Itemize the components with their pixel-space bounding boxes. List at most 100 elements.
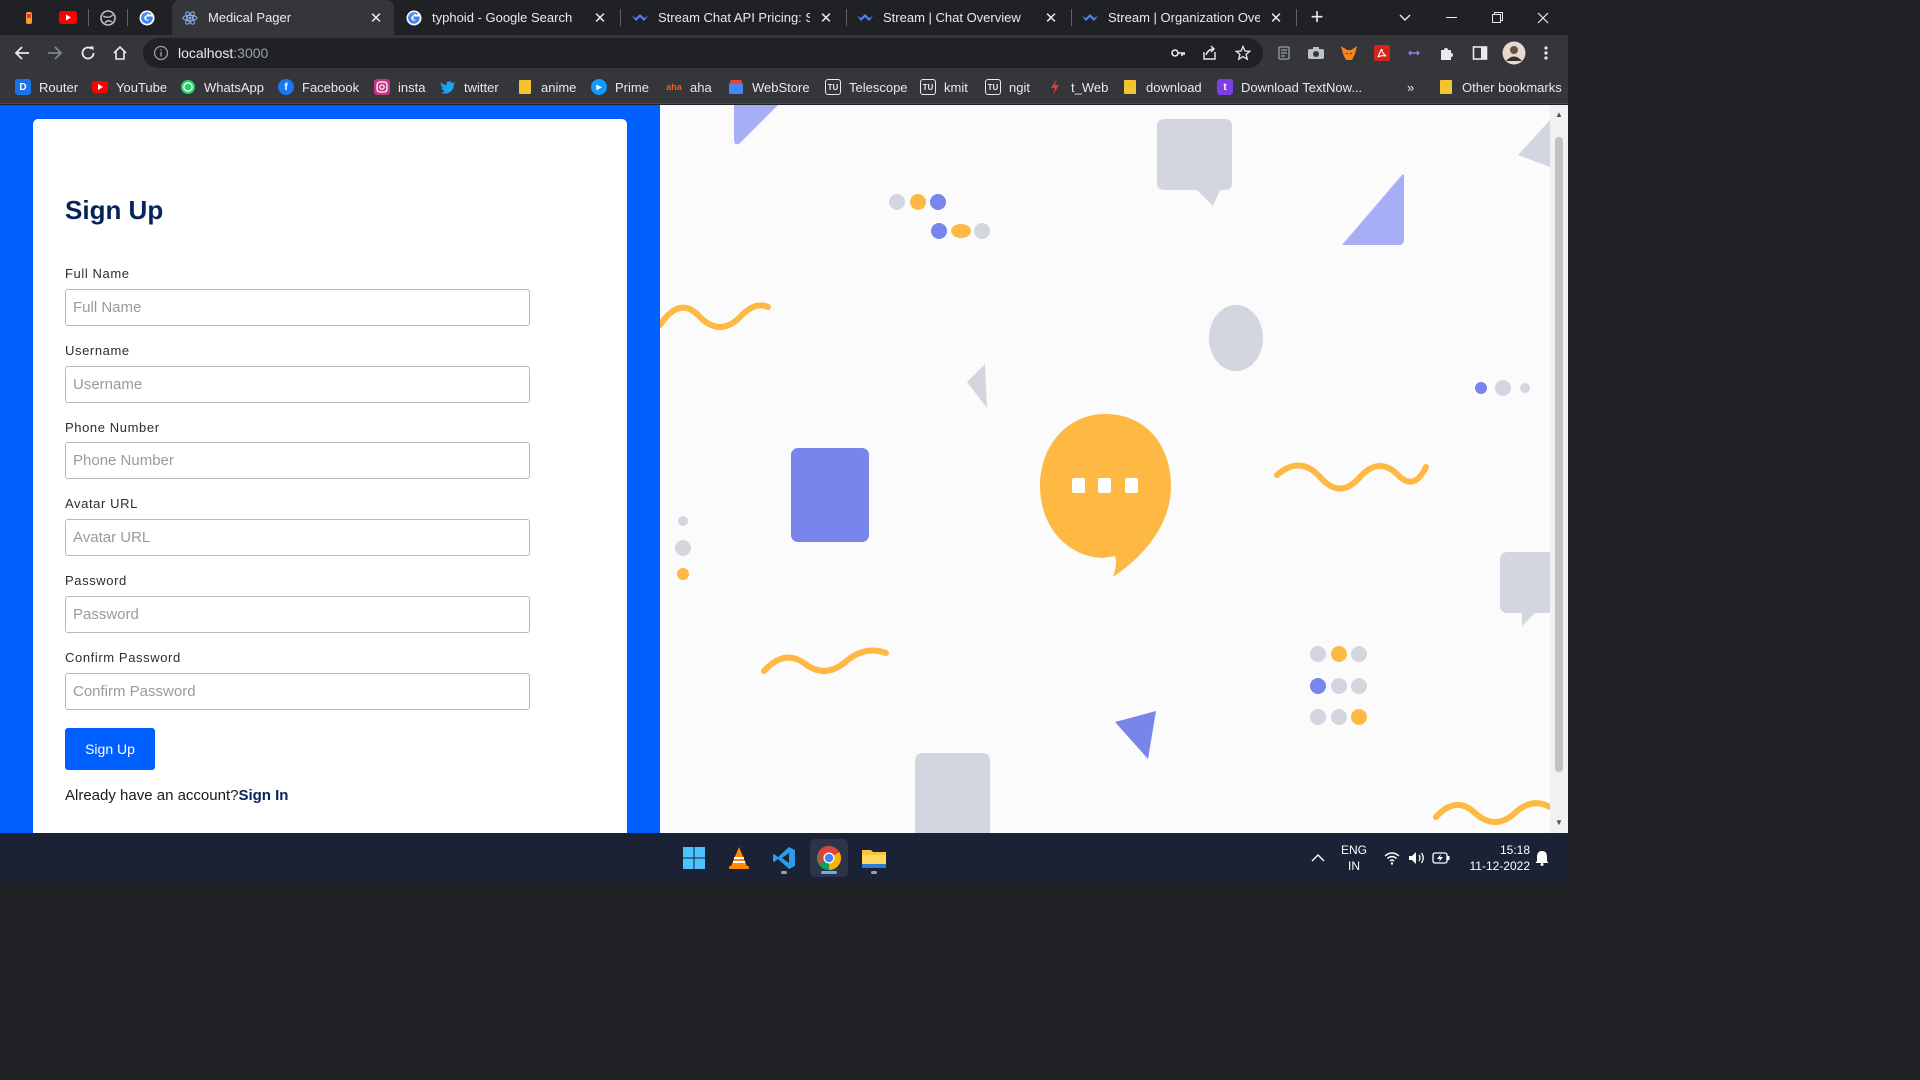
confirm-password-input[interactable] (65, 673, 530, 710)
close-window-button[interactable] (1520, 0, 1566, 35)
bookmark-router[interactable]: D Router (15, 78, 78, 96)
star-icon[interactable] (1233, 43, 1253, 63)
bookmark-download-textnow[interactable]: t Download TextNow... (1217, 78, 1362, 96)
pinned-tab-youtube[interactable] (49, 0, 87, 35)
metamask-icon[interactable] (1339, 43, 1359, 63)
notification-bell-icon[interactable] (1532, 833, 1552, 882)
clock-date: 11-12-2022 (1469, 859, 1531, 873)
bookmark-webstore[interactable]: WebStore (728, 78, 810, 96)
bookmark-youtube[interactable]: YouTube (92, 78, 167, 96)
confirm-password-label: Confirm Password (65, 650, 181, 665)
language-indicator[interactable]: ENG IN (1336, 842, 1372, 874)
other-bookmarks[interactable]: Other bookmarks (1438, 78, 1562, 96)
bookmark-telescope[interactable]: TU Telescope (825, 78, 908, 96)
dot-shape (974, 223, 990, 239)
url-host: localhost (178, 45, 234, 61)
tray-overflow-button[interactable] (1306, 833, 1330, 882)
bookmark-t-web[interactable]: t_Web (1047, 78, 1108, 96)
auth-form-pane: Sign Up Full Name Username Phone Number … (0, 105, 660, 833)
bookmark-anime[interactable]: anime (517, 78, 576, 96)
reading-list-icon[interactable] (1274, 43, 1294, 63)
bookmark-kmit[interactable]: TU kmit (920, 78, 968, 96)
bookmark-label: aha (690, 79, 712, 95)
dot-shape (1351, 678, 1367, 694)
full-name-input[interactable] (65, 289, 530, 326)
tab-stream-chat-overview[interactable]: Stream | Chat Overview ✕ (847, 0, 1069, 35)
avatar-url-input[interactable] (65, 519, 530, 556)
share-icon[interactable] (1200, 43, 1220, 63)
reload-button[interactable] (74, 39, 102, 67)
tab-google-search[interactable]: typhoid - Google Search ✕ (396, 0, 618, 35)
close-icon[interactable]: ✕ (1268, 10, 1284, 27)
bookmark-label: Router (39, 79, 79, 95)
wifi-icon[interactable] (1381, 833, 1403, 882)
textnow-icon: t (1217, 79, 1233, 95)
file-explorer-app[interactable] (855, 839, 893, 877)
profile-avatar[interactable] (1502, 41, 1526, 65)
bookmark-prime[interactable]: ▸ Prime (591, 78, 649, 96)
tab-medical-pager[interactable]: Medical Pager ✕ (172, 0, 394, 35)
dot-shape (910, 194, 926, 210)
bookmarks-overflow-button[interactable]: » (1407, 78, 1414, 96)
bookmark-twitter[interactable]: twitter (440, 78, 499, 96)
clock-time: 15:18 (1499, 843, 1530, 857)
scroll-down-arrow-icon[interactable]: ▼ (1555, 819, 1563, 827)
close-icon[interactable]: ✕ (1043, 10, 1059, 27)
scroll-up-arrow-icon[interactable]: ▲ (1555, 111, 1563, 119)
home-button[interactable] (106, 39, 134, 67)
vlc-app[interactable] (720, 839, 758, 877)
bookmark-whatsapp[interactable]: WhatsApp (180, 78, 264, 96)
start-button[interactable] (675, 839, 713, 877)
bookmark-ngit[interactable]: TU ngit (985, 78, 1030, 96)
close-icon[interactable]: ✕ (368, 10, 384, 27)
extension-link-icon[interactable] (1404, 43, 1424, 63)
signin-link[interactable]: Sign In (238, 787, 288, 804)
bookmark-facebook[interactable]: f Facebook (278, 78, 359, 96)
triangle-shape (734, 105, 778, 145)
more-menu-icon[interactable] (1536, 43, 1556, 63)
page-scrollbar[interactable]: ▲ ▼ (1550, 105, 1568, 833)
dot-shape (1520, 383, 1530, 393)
chrome-app[interactable] (810, 839, 848, 877)
new-tab-button[interactable]: + (1304, 3, 1330, 31)
squiggle-shape (1274, 462, 1429, 492)
pinned-tab-google[interactable] (128, 0, 166, 35)
minimize-button[interactable] (1428, 0, 1474, 35)
pinned-tab-app[interactable] (10, 0, 48, 35)
bookmark-insta[interactable]: insta (374, 78, 425, 96)
bookmark-download[interactable]: download (1122, 78, 1202, 96)
side-panel-icon[interactable] (1470, 43, 1490, 63)
close-icon[interactable]: ✕ (818, 10, 834, 27)
back-button[interactable] (8, 39, 36, 67)
pinned-tab-web[interactable] (89, 0, 127, 35)
bookmark-label: Prime (615, 79, 649, 95)
vscode-app[interactable] (765, 839, 803, 877)
tab-stream-pricing[interactable]: Stream Chat API Pricing: Start ✕ (622, 0, 844, 35)
tab-stream-organization[interactable]: Stream | Organization Overvie ✕ (1072, 0, 1294, 35)
scrollbar-thumb[interactable] (1555, 137, 1563, 772)
puzzle-icon[interactable] (1437, 43, 1457, 63)
tab-search-button[interactable] (1382, 0, 1428, 35)
url-text: localhost:3000 (178, 45, 268, 61)
phone-number-label: Phone Number (65, 420, 160, 435)
volume-icon[interactable] (1406, 833, 1428, 882)
camera-icon[interactable] (1306, 43, 1326, 63)
battery-icon[interactable] (1430, 833, 1452, 882)
phone-number-input[interactable] (65, 442, 530, 479)
address-bar[interactable]: localhost:3000 (143, 38, 1263, 68)
username-input[interactable] (65, 366, 530, 403)
close-icon[interactable]: ✕ (592, 10, 608, 27)
key-icon[interactable] (1168, 43, 1188, 63)
bookmark-aha[interactable]: aha aha (666, 78, 712, 96)
bookmark-label: WebStore (752, 79, 810, 95)
dot-shape (931, 223, 947, 239)
pdf-icon[interactable] (1372, 43, 1392, 63)
d-icon: D (15, 79, 31, 95)
forward-button[interactable] (41, 39, 69, 67)
restore-button[interactable] (1474, 0, 1520, 35)
password-input[interactable] (65, 596, 530, 633)
system-clock[interactable]: 15:18 11-12-2022 (1460, 842, 1531, 874)
signup-button[interactable]: Sign Up (65, 728, 155, 770)
colorful-app-icon (26, 11, 32, 24)
dot-shape (1331, 709, 1347, 725)
